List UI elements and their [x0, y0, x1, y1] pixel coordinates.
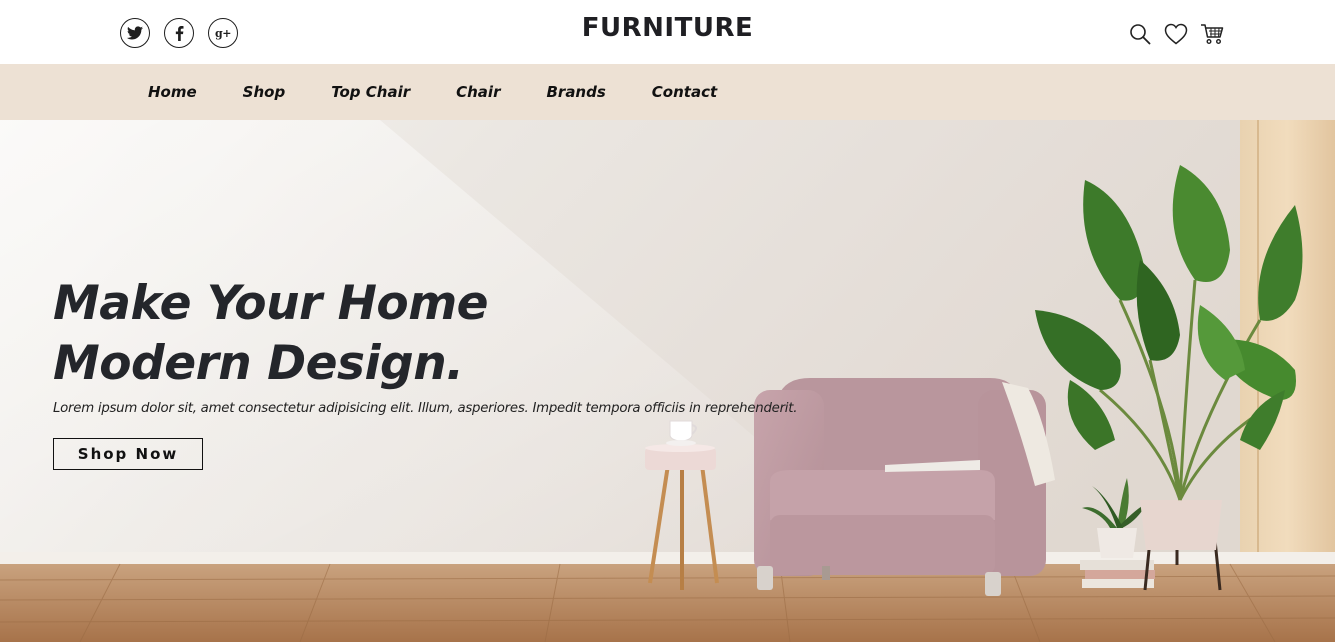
- hero-title: Make Your Home Modern Design.: [53, 274, 489, 394]
- hero-title-line-1: Make Your Home: [53, 276, 489, 331]
- nav-item-contact[interactable]: Contact: [652, 83, 717, 101]
- nav-item-shop[interactable]: Shop: [243, 83, 286, 101]
- hero-banner: Make Your Home Modern Design. Lorem ipsu…: [0, 120, 1335, 642]
- nav-list: Home Shop Top Chair Chair Brands Contact: [148, 64, 763, 120]
- wood-wall-panel: [1240, 120, 1335, 560]
- search-button[interactable]: [1126, 21, 1154, 47]
- twitter-icon: [127, 26, 143, 40]
- armchair: [754, 378, 1055, 596]
- google-plus-button[interactable]: g+: [208, 18, 238, 48]
- nav-item-chair[interactable]: Chair: [456, 83, 500, 101]
- top-header: g+ FURNITURE: [0, 0, 1335, 64]
- facebook-button[interactable]: [164, 18, 194, 48]
- main-nav: Home Shop Top Chair Chair Brands Contact: [0, 64, 1335, 120]
- cart-button[interactable]: [1198, 21, 1226, 47]
- nav-item-brands[interactable]: Brands: [546, 83, 605, 101]
- search-icon: [1130, 24, 1151, 45]
- twitter-button[interactable]: [120, 18, 150, 48]
- social-links: g+: [120, 18, 238, 48]
- header-utilities: [1126, 21, 1226, 47]
- hero-title-line-2: Modern Design.: [53, 336, 464, 391]
- nav-item-home[interactable]: Home: [148, 83, 197, 101]
- brand-logo[interactable]: FURNITURE: [582, 13, 753, 43]
- nav-item-top-chair[interactable]: Top Chair: [331, 83, 410, 101]
- shop-now-button[interactable]: Shop Now: [53, 438, 203, 470]
- cart-icon: [1201, 24, 1224, 45]
- wishlist-button[interactable]: [1162, 21, 1190, 47]
- heart-icon: [1164, 23, 1188, 45]
- hero-description: Lorem ipsum dolor sit, amet consectetur …: [53, 401, 798, 416]
- google-plus-icon: g+: [215, 26, 231, 40]
- facebook-icon: [175, 25, 183, 41]
